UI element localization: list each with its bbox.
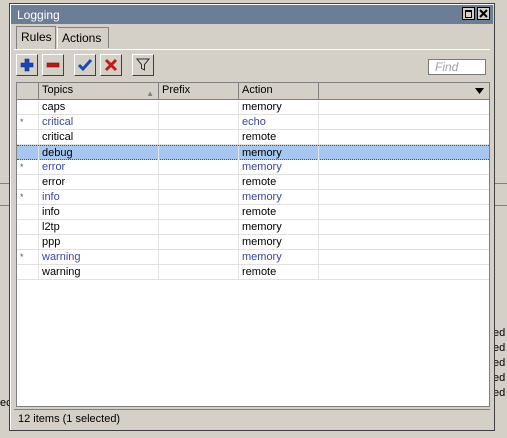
background-divider [493,205,507,206]
background-divider [0,205,9,206]
row-topics: error [39,175,159,189]
table-row[interactable]: * info memory [17,190,489,205]
row-prefix [159,160,239,174]
row-action: memory [239,100,319,114]
maximize-icon[interactable] [462,7,475,20]
rules-table: Topics ▲ Prefix Action caps memory * critic… [16,82,490,407]
remove-button[interactable] [42,54,64,76]
row-prefix [159,220,239,234]
row-topics: l2tp [39,220,159,234]
row-prefix [159,175,239,189]
enable-button[interactable] [74,54,96,76]
sort-arrow-icon: ▲ [146,89,154,98]
row-topics: caps [39,100,159,114]
column-menu-chevron-down-icon[interactable] [471,83,487,99]
table-row[interactable]: * warning memory [17,250,489,265]
row-action: memory [239,235,319,249]
window-titlebar[interactable]: Logging [11,5,493,24]
row-topics: critical [39,130,159,144]
row-topics: debug [39,146,159,160]
disable-x-icon [104,58,118,72]
tab-rules[interactable]: Rules [16,26,56,49]
find-input[interactable]: Find [428,59,486,75]
filter-icon [136,58,150,71]
row-topics: ppp [39,235,159,249]
row-action: remote [239,175,319,189]
row-flag: * [17,115,39,129]
row-flag: * [17,160,39,174]
remove-icon [46,62,60,68]
row-action: memory [239,160,319,174]
row-prefix [159,250,239,264]
add-icon [20,58,34,72]
row-flag [17,220,39,234]
column-header-action[interactable]: Action [239,83,319,99]
filter-button[interactable] [132,54,154,76]
table-row[interactable]: warning remote [17,265,489,280]
row-flag [17,146,39,160]
enable-check-icon [78,59,92,72]
row-prefix [159,115,239,129]
row-topics: info [39,190,159,204]
row-action: memory [239,250,319,264]
table-row[interactable]: error remote [17,175,489,190]
row-prefix [159,205,239,219]
row-flag [17,175,39,189]
tab-actions[interactable]: Actions [57,27,109,48]
row-prefix [159,100,239,114]
row-action: memory [239,220,319,234]
column-header-prefix[interactable]: Prefix [159,83,239,99]
row-flag: * [17,190,39,204]
row-prefix [159,146,239,160]
table-row[interactable]: * critical echo [17,115,489,130]
row-action: memory [239,146,319,160]
table-header: Topics ▲ Prefix Action [17,83,489,100]
table-row[interactable]: caps memory [17,100,489,115]
row-prefix [159,130,239,144]
close-icon[interactable] [477,7,490,20]
background-divider [493,183,507,184]
row-prefix [159,190,239,204]
row-topics: warning [39,265,159,279]
row-action: memory [239,190,319,204]
row-action: remote [239,265,319,279]
table-row[interactable]: l2tp memory [17,220,489,235]
table-row[interactable]: ppp memory [17,235,489,250]
status-bar: 12 items (1 selected) [14,409,490,428]
tab-panel-border [14,49,490,50]
row-flag [17,130,39,144]
row-flag: * [17,250,39,264]
row-topics: warning [39,250,159,264]
column-header-flag[interactable] [17,83,39,99]
row-flag [17,100,39,114]
toolbar: Find [16,54,490,78]
disable-button[interactable] [100,54,122,76]
logging-window: Logging Rules Actions Find Topics ▲ Pref… [9,3,495,431]
row-action: echo [239,115,319,129]
add-button[interactable] [16,54,38,76]
row-prefix [159,265,239,279]
row-flag [17,265,39,279]
row-topics: critical [39,115,159,129]
window-title: Logging [17,8,60,22]
table-row[interactable]: info remote [17,205,489,220]
column-header-topics[interactable]: Topics ▲ [39,83,159,99]
row-flag [17,205,39,219]
row-topics: error [39,160,159,174]
table-row[interactable]: debug memory [17,145,489,160]
table-row[interactable]: * error memory [17,160,489,175]
table-row[interactable]: critical remote [17,130,489,145]
row-prefix [159,235,239,249]
row-action: remote [239,205,319,219]
column-label: Topics [42,84,74,96]
background-divider [0,183,9,184]
row-flag [17,235,39,249]
row-action: remote [239,130,319,144]
row-topics: info [39,205,159,219]
